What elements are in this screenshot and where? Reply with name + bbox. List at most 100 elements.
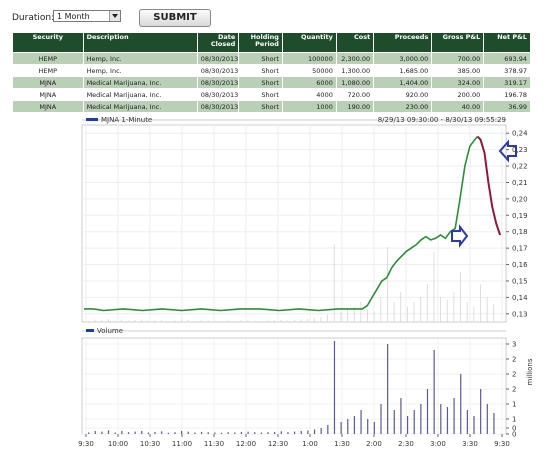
price-volume-shadow [300,319,302,322]
header-security[interactable]: Security [12,32,84,53]
time-axis: 9:30 10:00 10:30 11:00 11:30 12:00 12:30 1:00 1:… [78,434,510,448]
cell-holding-period: Short [238,76,283,89]
cell-cost: 720.00 [335,88,375,101]
price-volume-shadow [88,320,89,322]
volume-bar [320,428,322,434]
volume-bar [446,407,449,434]
header-gross-pl[interactable]: Gross P&L [431,32,485,53]
trades-table: Security Description Date Closed Holding… [12,32,531,113]
price-volume-shadow [453,292,455,322]
cell-date-closed: 08/30/2013 [196,76,240,89]
volume-bar [220,432,223,434]
price-volume-shadow [320,317,322,322]
volume-bar [247,431,249,434]
header-cost[interactable]: Cost [335,32,375,53]
cell-cost: 1,300.00 [335,64,375,77]
volume-bar [227,432,229,434]
cell-gross-pl: 200.00 [431,88,485,101]
volume-bar [294,431,296,434]
price-volume-shadow [187,320,189,322]
price-volume-shadow [406,307,408,322]
price-tick-label: 0,19 [512,212,528,220]
duration-label: Duration: [12,13,55,23]
price-volume-shadow [426,284,428,322]
time-tick-label: 12:30 [268,440,288,448]
price-volume-shadow [360,302,362,322]
volume-bar [174,432,176,434]
price-volume-shadow [400,292,402,322]
volume-bar [234,432,236,434]
volume-tick-label: 1 [512,416,516,424]
volume-bar [367,419,369,434]
volume-bar [240,431,243,434]
price-volume-shadow [161,319,162,322]
price-tick-label: 0,20 [512,195,528,203]
cell-date-closed: 08/30/2013 [196,64,240,77]
volume-bar [473,416,475,434]
volume-bar [88,432,90,434]
volume-bar [254,432,256,434]
price-volume-shadow [114,320,116,322]
volume-bar [280,431,282,434]
header-proceeds[interactable]: Proceeds [373,32,433,53]
price-volume-shadow [440,297,441,322]
volume-bar [360,410,362,434]
cell-description: Hemp, Inc. [82,52,198,65]
cell-gross-pl: 324.00 [431,76,485,89]
price-volume-shadow [181,319,182,322]
price-tick-label: 0,16 [512,261,528,269]
price-volume-shadow [154,320,156,322]
time-tick-label: 2:00 [366,440,382,448]
volume-bar [274,431,276,434]
volume-bar [460,374,462,434]
header-quantity[interactable]: Quantity [281,32,337,53]
price-volume-shadow [174,320,176,322]
chevron-down-icon[interactable] [109,11,120,21]
volume-bar [161,431,163,434]
price-volume-shadow [200,320,202,322]
table-row: MJNA Medical Marijuana, Inc. 08/30/2013 … [12,76,531,89]
time-tick-label: 2:30 [398,440,414,448]
volume-legend-swatch [86,329,94,332]
price-tick-label: 0,14 [512,294,528,302]
price-volume-shadow [327,314,329,322]
price-volume-shadow [420,297,422,322]
volume-bar [413,410,415,434]
volume-bar [94,431,96,434]
volume-tick-label: 2 [512,386,516,394]
volume-bar [313,429,316,434]
volume-bar [260,432,262,434]
duration-select[interactable]: 1 Month [53,10,121,22]
price-tick-label: 0,17 [512,245,528,253]
submit-button[interactable]: SUBMIT [139,9,211,27]
price-volume-shadow [307,319,309,322]
volume-bar [300,431,302,434]
volume-tick-label: 2 [512,356,516,364]
header-holding-period[interactable]: Holding Period [238,32,283,53]
cell-net-pl: 319.17 [483,76,531,89]
price-volume-chart: MJNA 1-Minute 8/29/13 09:30:00 - 8/30/13… [78,116,534,448]
volume-bar [406,416,409,434]
time-tick-label: 10:30 [140,440,160,448]
cell-description: Medical Marijuana, Inc. [82,88,198,101]
cell-security: MJNA [12,76,84,89]
volume-bar [347,419,349,434]
volume-bar [466,410,468,434]
price-volume-shadow [480,284,481,322]
time-tick-label: 3:00 [430,440,446,448]
cell-cost: 2,300.00 [335,52,375,65]
time-tick-label: 10:00 [108,440,128,448]
price-volume-shadow [141,319,142,322]
price-volume-shadow [433,252,435,322]
header-description[interactable]: Description [82,32,198,53]
price-volume-shadow [260,320,262,322]
header-net-pl[interactable]: Net P&L [483,32,531,53]
cell-description: Medical Marijuana, Inc. [82,76,198,89]
cell-date-closed: 08/30/2013 [196,52,240,65]
volume-bar [340,422,342,434]
time-tick-label: 12:00 [236,440,256,448]
volume-axis: 32221100 [506,341,516,439]
price-volume-shadow [393,302,395,322]
header-date-closed[interactable]: Date Closed [196,32,240,53]
cell-proceeds: 3,000.00 [373,52,433,65]
